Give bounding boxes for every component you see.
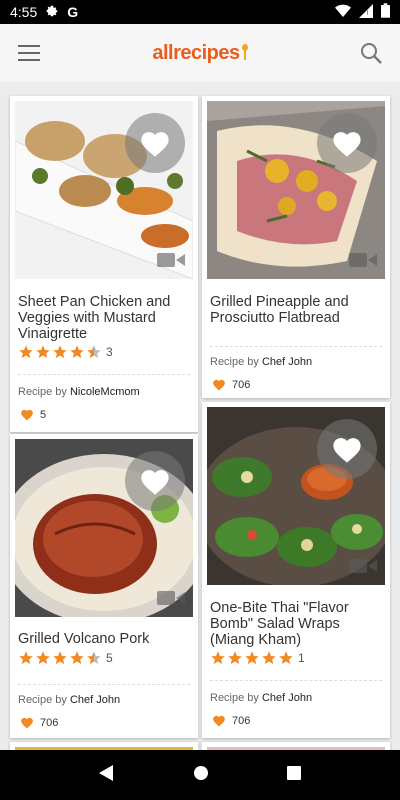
star-icon [70, 651, 84, 665]
author-prefix: Recipe by [210, 356, 259, 368]
heart-icon [141, 470, 169, 495]
star-icon [211, 651, 225, 665]
star-icon [53, 651, 67, 665]
recipe-image[interactable] [15, 101, 193, 279]
favorite-button[interactable] [317, 113, 377, 173]
star-rating: 1 [210, 650, 305, 666]
spoon-icon [241, 44, 248, 62]
divider [210, 680, 382, 681]
heart-icon [213, 379, 225, 391]
recipe-card[interactable]: Grilled Volcano Pork 5 Recipe by Chef Jo… [10, 434, 198, 738]
star-icon [228, 651, 242, 665]
star-icon [245, 651, 259, 665]
recipe-card[interactable] [202, 742, 390, 750]
recipe-grid: Sheet Pan Chicken and Veggies with Musta… [0, 82, 400, 750]
recipe-image[interactable] [207, 407, 385, 585]
clock: 4:55 [10, 4, 38, 20]
battery-icon [381, 3, 390, 21]
back-button[interactable] [99, 764, 115, 786]
divider [18, 374, 190, 375]
recipe-author[interactable]: Recipe by Chef John [18, 694, 120, 706]
star-icon [36, 651, 50, 665]
likes: 706 [212, 378, 250, 391]
wifi-icon [335, 4, 351, 21]
likes-count: 706 [40, 716, 59, 729]
recipe-title[interactable]: Grilled Volcano Pork [18, 631, 190, 647]
settings-icon [45, 4, 59, 21]
google-icon: G [67, 4, 79, 20]
rating-count: 3 [106, 345, 113, 359]
divider [210, 346, 382, 347]
video-icon [349, 253, 377, 267]
heart-icon [141, 132, 169, 157]
app-bar: allrecipes [0, 24, 400, 82]
divider [18, 684, 190, 685]
signal-icon: ! [359, 3, 373, 21]
star-icon [53, 345, 67, 359]
video-icon [157, 591, 185, 605]
app-logo: allrecipes [152, 41, 248, 65]
recipe-title[interactable]: Sheet Pan Chicken and Veggies with Musta… [18, 294, 190, 342]
likes: 706 [20, 716, 58, 729]
heart-icon [21, 409, 33, 421]
recipe-author[interactable]: Recipe by Chef John [210, 692, 312, 704]
search-icon [361, 43, 382, 64]
recipe-image[interactable] [15, 439, 193, 617]
rating-count: 5 [106, 651, 113, 665]
video-icon [157, 253, 185, 267]
likes-count: 5 [40, 408, 47, 421]
home-icon [194, 765, 208, 780]
likes-count: 706 [232, 378, 251, 391]
author-name[interactable]: Chef John [262, 692, 312, 704]
author-name[interactable]: NicoleMcmom [70, 386, 140, 398]
favorite-button[interactable] [125, 113, 185, 173]
back-icon [99, 764, 113, 781]
recipe-image[interactable] [207, 101, 385, 279]
heart-icon [333, 132, 361, 157]
recipe-author[interactable]: Recipe by NicoleMcmom [18, 386, 140, 398]
star-icon [262, 651, 276, 665]
likes: 706 [212, 714, 250, 727]
status-bar: 4:55 G ! [0, 0, 400, 24]
star-rating: 5 [18, 650, 113, 666]
recipe-card[interactable]: One-Bite Thai "Flavor Bomb" Salad Wraps … [202, 402, 390, 738]
recipe-card[interactable]: Sheet Pan Chicken and Veggies with Musta… [10, 96, 198, 432]
favorite-button[interactable] [125, 451, 185, 511]
heart-icon [333, 438, 361, 463]
author-name[interactable]: Chef John [262, 356, 312, 368]
author-prefix: Recipe by [18, 694, 67, 706]
star-icon [87, 651, 101, 665]
heart-icon [21, 717, 33, 729]
likes: 5 [20, 408, 46, 421]
recents-button[interactable] [287, 765, 301, 785]
author-prefix: Recipe by [18, 386, 67, 398]
author-name[interactable]: Chef John [70, 694, 120, 706]
star-rating: 3 [18, 344, 113, 360]
star-icon [19, 651, 33, 665]
star-icon [70, 345, 84, 359]
svg-text:!: ! [367, 10, 369, 17]
app-logo-text: allrecipes [152, 41, 240, 64]
recipe-card[interactable]: Grilled Pineapple and Prosciutto Flatbre… [202, 96, 390, 398]
star-icon [279, 651, 293, 665]
system-nav-bar [0, 750, 400, 800]
video-icon [349, 559, 377, 573]
recipe-title[interactable]: Grilled Pineapple and Prosciutto Flatbre… [210, 294, 382, 326]
recipe-author[interactable]: Recipe by Chef John [210, 356, 312, 368]
star-icon [87, 345, 101, 359]
favorite-button[interactable] [317, 419, 377, 479]
star-icon [19, 345, 33, 359]
heart-icon [213, 715, 225, 727]
likes-count: 706 [232, 714, 251, 727]
hamburger-icon [18, 45, 40, 61]
home-button[interactable] [193, 765, 209, 786]
recents-icon [287, 765, 301, 780]
recipe-title[interactable]: One-Bite Thai "Flavor Bomb" Salad Wraps … [210, 600, 382, 648]
search-button[interactable] [356, 38, 386, 68]
author-prefix: Recipe by [210, 692, 259, 704]
menu-button[interactable] [14, 38, 44, 68]
rating-count: 1 [298, 651, 305, 665]
star-icon [36, 345, 50, 359]
recipe-card[interactable] [10, 742, 198, 750]
